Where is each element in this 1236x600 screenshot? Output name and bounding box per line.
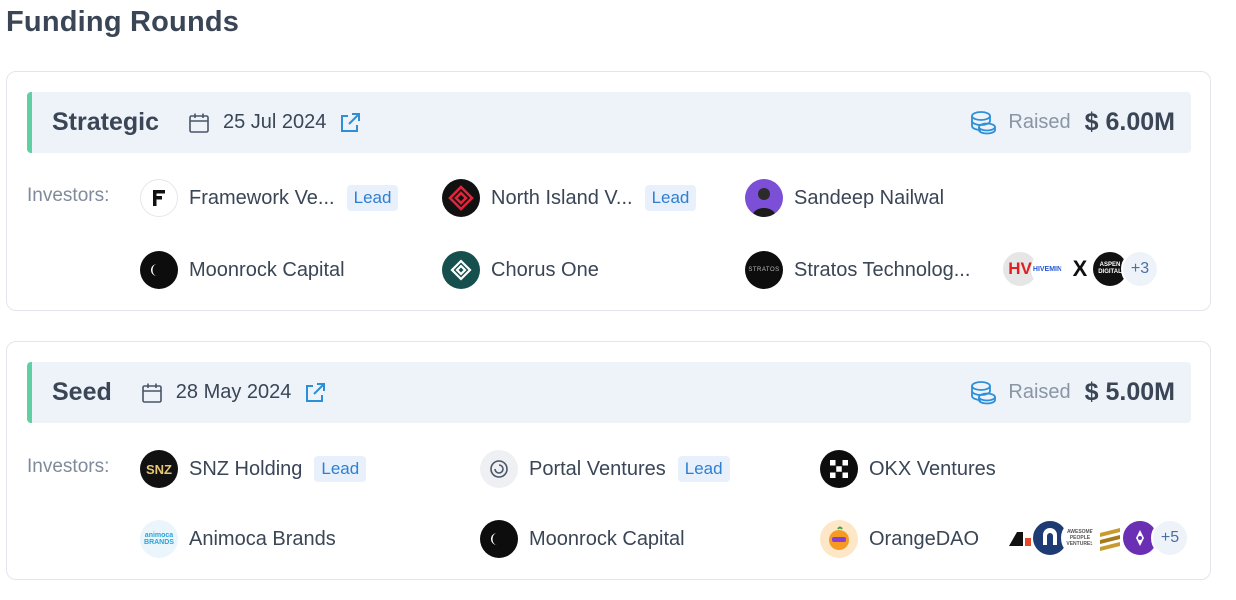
investor-name: OKX Ventures: [869, 457, 996, 480]
investors-label: Investors:: [27, 456, 110, 477]
round-date: 25 Jul 2024: [222, 111, 327, 133]
investor-name: Framework Ve...: [189, 186, 335, 209]
external-link-icon[interactable]: [303, 381, 327, 405]
page-title: Funding Rounds: [6, 6, 240, 38]
raised-summary: Raised $ 6.00M: [968, 108, 1175, 137]
lead-badge: Lead: [346, 185, 399, 211]
orangedao-logo-icon: [820, 520, 858, 558]
external-link-icon[interactable]: [338, 111, 362, 135]
moonrock-logo-icon: [480, 520, 518, 558]
lead-badge: Lead: [644, 185, 697, 211]
investor-name: Moonrock Capital: [529, 527, 685, 550]
round-name: Seed: [52, 378, 112, 406]
investor-name: OrangeDAO: [869, 527, 980, 550]
investor-item[interactable]: OrangeDAO: [820, 519, 979, 559]
raised-amount: $ 6.00M: [1084, 108, 1175, 136]
round-name: Strategic: [52, 108, 159, 136]
more-investors-stack[interactable]: AWESOME PEOPLE VENTURES +5: [1001, 519, 1189, 557]
north-island-logo-icon: [442, 179, 480, 217]
round-header: Seed 28 May 2024 Raised $ 5.00M: [27, 362, 1191, 423]
framework-logo-icon: [140, 179, 178, 217]
lead-badge: Lead: [677, 456, 730, 482]
round-header: Strategic 25 Jul 2024 Raised $ 6.00M: [27, 92, 1191, 153]
calendar-icon: [187, 111, 211, 135]
investor-name: Sandeep Nailwal: [794, 186, 945, 209]
sandeep-avatar-icon: [745, 179, 783, 217]
investor-item[interactable]: OKX Ventures: [820, 449, 996, 489]
more-count-badge[interactable]: +3: [1121, 250, 1159, 288]
investor-name: Stratos Technolog...: [794, 258, 971, 281]
calendar-icon: [140, 381, 164, 405]
raised-summary: Raised $ 5.00M: [968, 378, 1175, 407]
snz-logo-icon: SNZ: [140, 450, 178, 488]
investor-item[interactable]: Framework Ve... Lead: [140, 178, 399, 218]
investor-item[interactable]: Portal Ventures Lead: [480, 449, 730, 489]
investor-item[interactable]: Moonrock Capital: [140, 250, 345, 290]
raised-label: Raised: [1008, 381, 1071, 403]
investor-item[interactable]: Moonrock Capital: [480, 519, 685, 559]
raised-amount: $ 5.00M: [1084, 378, 1175, 406]
investor-item[interactable]: Sandeep Nailwal: [745, 178, 944, 218]
investors-label: Investors:: [27, 185, 110, 206]
investor-item[interactable]: animoca BRANDS Animoca Brands: [140, 519, 336, 559]
more-investors-stack[interactable]: HV HIVEMIND X ASPEN DIGITAL +3: [1001, 250, 1159, 288]
investor-item[interactable]: North Island V... Lead: [442, 178, 697, 218]
animoca-logo-icon: animoca BRANDS: [140, 520, 178, 558]
investor-name: SNZ Holding: [189, 457, 303, 480]
raised-label: Raised: [1008, 111, 1071, 133]
investor-name: Portal Ventures: [529, 457, 666, 480]
investor-item[interactable]: SNZ SNZ Holding Lead: [140, 449, 367, 489]
okx-logo-icon: [820, 450, 858, 488]
coins-icon: [968, 379, 998, 407]
investor-item[interactable]: STRATOS Stratos Technolog...: [745, 250, 970, 290]
more-count-badge[interactable]: +5: [1151, 519, 1189, 557]
coins-icon: [968, 109, 998, 137]
investor-item[interactable]: Chorus One: [442, 250, 599, 290]
investor-name: Animoca Brands: [189, 527, 336, 550]
round-date: 28 May 2024: [175, 381, 292, 403]
investor-name: Moonrock Capital: [189, 258, 345, 281]
portal-logo-icon: [480, 450, 518, 488]
stratos-logo-icon: STRATOS: [745, 251, 783, 289]
investor-name: North Island V...: [491, 186, 633, 209]
lead-badge: Lead: [314, 456, 367, 482]
chorus-one-logo-icon: [442, 251, 480, 289]
moonrock-logo-icon: [140, 251, 178, 289]
funding-round-card-seed: Seed 28 May 2024 Raised $ 5.00M Investor…: [6, 341, 1211, 580]
funding-round-card-strategic: Strategic 25 Jul 2024 Raised $ 6.00M Inv…: [6, 71, 1211, 311]
investor-name: Chorus One: [491, 258, 599, 281]
